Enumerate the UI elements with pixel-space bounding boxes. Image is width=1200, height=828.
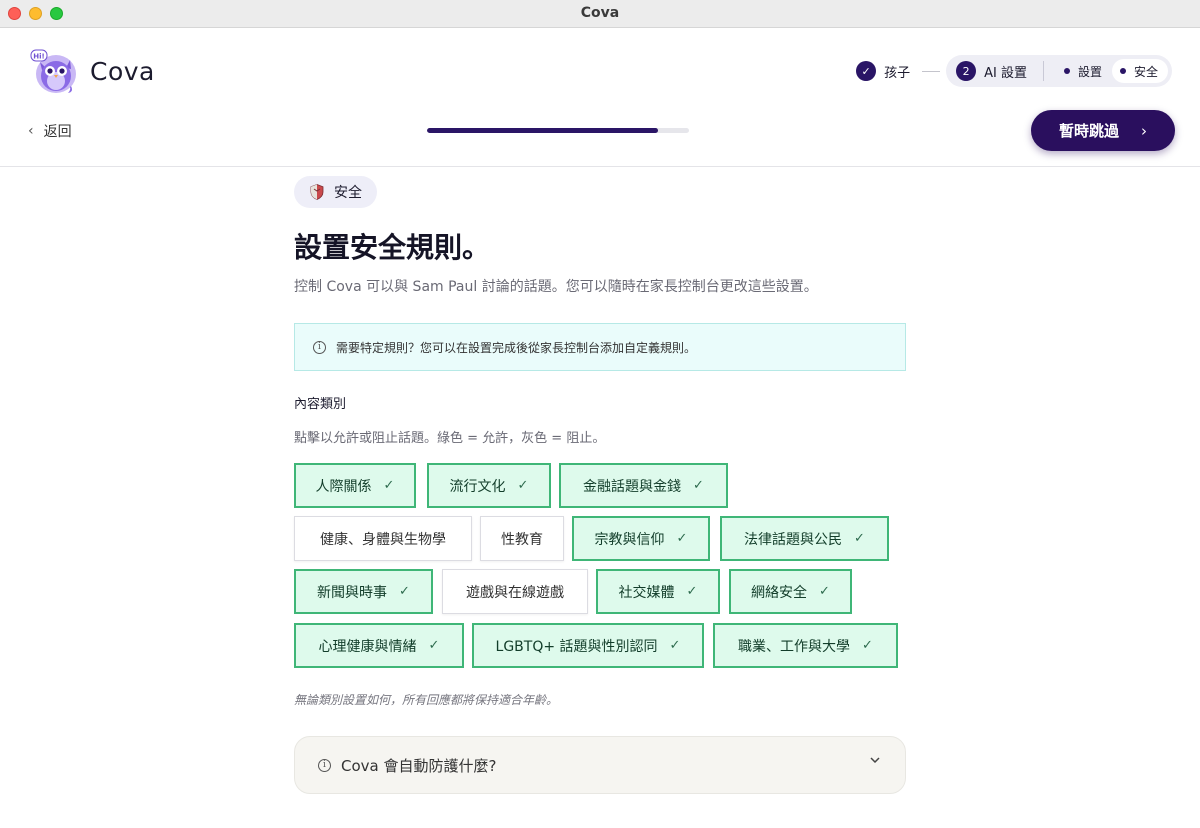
category-chip-label: 遊戲與在線遊戲 [466, 584, 564, 601]
onboarding-stepper: ✓ 孩子 2 AI 設置 設置 安全 [856, 55, 1172, 87]
check-icon: ✓ [669, 638, 681, 653]
category-chip-grid: 人際關係 ✓ 流行文化 ✓ 金融話題與金錢 ✓ 健康、身體與生物學 性教育 宗教與信仰 ✓ 法律話題… [294, 463, 906, 669]
check-icon: ✓ [819, 584, 830, 599]
check-icon: ✓ [854, 531, 865, 546]
category-chip[interactable]: 人際關係 ✓ [294, 463, 416, 508]
age-appropriate-note: 無論類別設置如何，所有回應都將保持適合年齡。 [294, 693, 559, 707]
category-chip-label: 社交媒體 [618, 584, 675, 601]
category-chip-label: 人際關係 [315, 478, 372, 495]
content-categories-help: 點擊以允許或阻止話題。綠色 = 允許，灰色 = 阻止。 [294, 431, 606, 446]
chevron-left-icon: ‹ [28, 123, 34, 139]
brand-name: Cova [90, 57, 155, 86]
category-chip-label: 性教育 [501, 531, 543, 548]
back-label: 返回 [43, 124, 72, 140]
category-chip-label: 心理健康與情緒 [318, 638, 417, 655]
category-chip[interactable]: 遊戲與在線遊戲 [442, 569, 588, 614]
sub-step-settings[interactable]: 設置 [1056, 59, 1112, 83]
section-badge-label: 安全 [334, 185, 362, 201]
section-badge: 安全 [294, 176, 377, 208]
category-chip-label: LGBTQ+ 話題與性別認同 [495, 638, 658, 655]
category-chip[interactable]: 金融話題與金錢 ✓ [559, 463, 728, 508]
info-icon: i [313, 340, 326, 354]
header-divider [0, 166, 1200, 167]
dot-icon [1063, 68, 1070, 74]
step-number-badge: 2 [956, 61, 977, 81]
page-title: 設置安全規則。 [294, 231, 491, 264]
category-chip[interactable]: 心理健康與情緒 ✓ [294, 623, 464, 668]
step-ai-settings-label: AI 設置 [984, 65, 1027, 81]
content-categories-title: 內容類別 [294, 397, 347, 412]
window-title: Cova [580, 5, 620, 21]
category-chip-label: 網絡安全 [751, 584, 808, 601]
safety-settings-panel: 安全 設置安全規則。 控制 Cova 可以與 Sam Paul 討論的話題。您可… [294, 176, 906, 794]
check-icon: ✓ [676, 531, 688, 546]
accordion-label: Cova 會自動防護什麼? [341, 756, 497, 775]
svg-text:Hi!: Hi! [33, 53, 44, 61]
step-child[interactable]: ✓ 孩子 [856, 61, 910, 81]
step-connector [922, 70, 941, 72]
step-pill-divider [1042, 61, 1044, 81]
page-subtitle: 控制 Cova 可以與 Sam Paul 討論的話題。您可以隨時在家長控制台更改… [294, 279, 818, 295]
category-chip-label: 職業、工作與大學 [738, 638, 851, 655]
sub-step-safety[interactable]: 安全 [1111, 59, 1168, 83]
category-chip[interactable]: 新聞與時事 ✓ [294, 569, 433, 614]
progress-bar [427, 128, 689, 133]
skip-label: 暫時跳過 [1058, 122, 1119, 140]
step-ai-settings: 2 AI 設置 設置 安全 [946, 55, 1172, 87]
sub-step-safety-label: 安全 [1133, 64, 1158, 79]
category-chip[interactable]: 社交媒體 ✓ [596, 569, 720, 614]
check-icon: ✓ [856, 61, 877, 81]
category-chip-label: 宗教與信仰 [594, 531, 665, 548]
category-chip-label: 新聞與時事 [317, 584, 388, 601]
shield-icon [310, 184, 324, 200]
progress-bar-fill [427, 128, 658, 133]
window-titlebar: Cova [0, 0, 1200, 28]
category-chip[interactable]: 健康、身體與生物學 [294, 516, 472, 561]
category-chip-label: 健康、身體與生物學 [320, 531, 446, 548]
check-icon: ✓ [693, 478, 704, 493]
info-banner: i 需要特定規則？您可以在設置完成後從家長控制台添加自定義規則。 [294, 323, 906, 371]
category-chip[interactable]: 性教育 [480, 516, 564, 561]
check-icon: ✓ [862, 638, 873, 653]
check-icon: ✓ [428, 638, 440, 653]
check-icon: ✓ [686, 584, 698, 599]
category-chip[interactable]: LGBTQ+ 話題與性別認同 ✓ [472, 623, 704, 668]
category-chip-label: 流行文化 [449, 478, 506, 495]
skip-button[interactable]: 暫時跳過 › [1031, 110, 1175, 151]
sub-step-settings-label: 設置 [1077, 64, 1102, 79]
category-chip[interactable]: 法律話題與公民 ✓ [720, 516, 889, 561]
check-icon: ✓ [517, 478, 529, 493]
chevron-right-icon: › [1141, 121, 1147, 140]
info-icon: i [318, 758, 331, 772]
check-icon: ✓ [383, 478, 395, 493]
check-icon: ✓ [399, 584, 410, 599]
chevron-down-icon [870, 757, 880, 764]
auto-protection-accordion[interactable]: i Cova 會自動防護什麼? [294, 736, 906, 794]
owl-logo-icon: Hi! [30, 49, 76, 93]
info-banner-text: 需要特定規則？您可以在設置完成後從家長控制台添加自定義規則。 [336, 340, 697, 355]
dot-icon [1119, 68, 1126, 74]
category-chip-label: 金融話題與金錢 [583, 478, 682, 495]
category-chip[interactable]: 宗教與信仰 ✓ [572, 516, 710, 561]
category-chip[interactable]: 流行文化 ✓ [427, 463, 551, 508]
step-child-label: 孩子 [884, 65, 911, 81]
category-chip[interactable]: 職業、工作與大學 ✓ [713, 623, 898, 668]
category-chip[interactable]: 網絡安全 ✓ [729, 569, 852, 614]
back-button[interactable]: ‹ 返回 [28, 121, 72, 141]
category-chip-label: 法律話題與公民 [744, 531, 843, 548]
